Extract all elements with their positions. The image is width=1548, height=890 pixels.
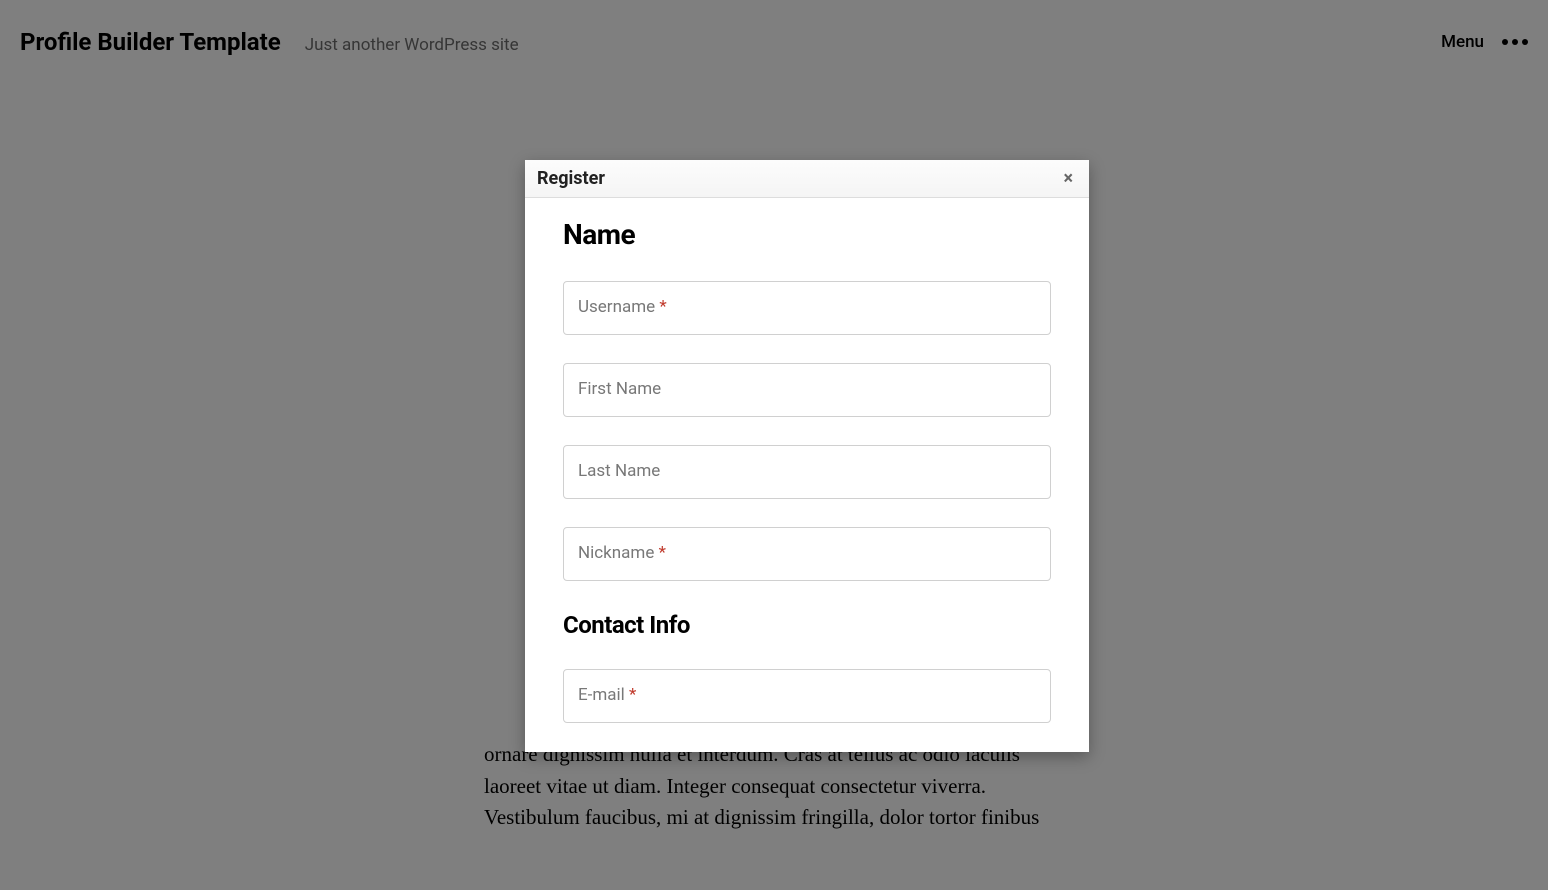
register-modal: Register × Name Username * First Name (525, 160, 1089, 752)
first-name-field: First Name (563, 363, 1051, 417)
close-icon[interactable]: × (1059, 168, 1077, 189)
first-name-input[interactable] (563, 363, 1051, 417)
name-section-heading: Name (563, 218, 1051, 251)
nickname-input[interactable] (563, 527, 1051, 581)
modal-body-wrapper: Name Username * First Name Last (525, 198, 1089, 752)
username-field: Username * (563, 281, 1051, 335)
modal-body[interactable]: Name Username * First Name Last (525, 198, 1089, 752)
email-input[interactable] (563, 669, 1051, 723)
nickname-field: Nickname * (563, 527, 1051, 581)
contact-section-heading: Contact Info (563, 611, 1051, 639)
username-input[interactable] (563, 281, 1051, 335)
last-name-field: Last Name (563, 445, 1051, 499)
email-field: E-mail * (563, 669, 1051, 723)
last-name-input[interactable] (563, 445, 1051, 499)
modal-title: Register (537, 168, 605, 189)
modal-header: Register × (525, 160, 1089, 198)
extra-field-partial (563, 751, 1051, 752)
